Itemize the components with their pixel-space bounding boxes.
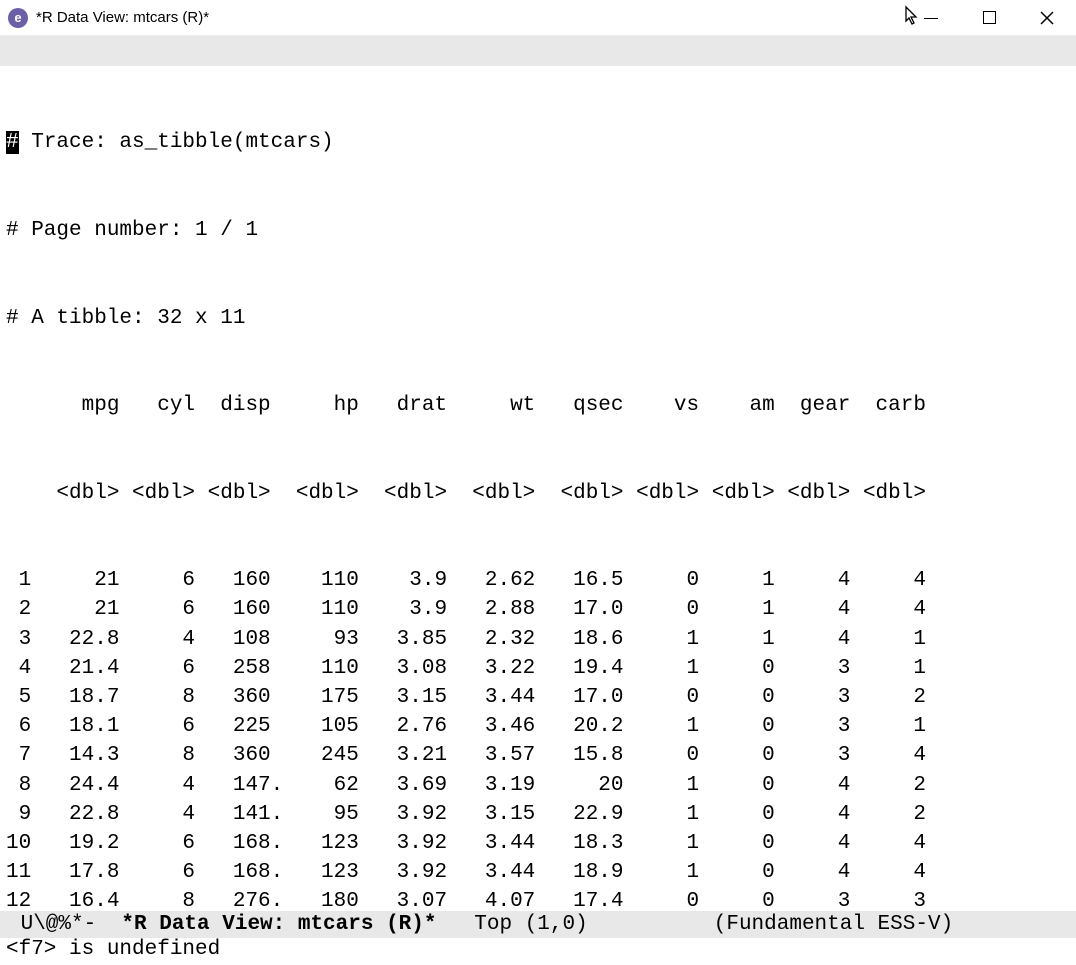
table-row: 1 21 6 160 110 3.9 2.62 16.5 0 1 4 4 <box>6 566 1070 595</box>
maximize-button[interactable] <box>980 9 998 27</box>
modeline-buffer-name: *R Data View: mtcars (R)* <box>121 913 436 936</box>
emacs-icon: e <box>8 8 28 28</box>
table-row: 11 17.8 6 168. 123 3.92 3.44 18.9 1 0 4 … <box>6 858 1070 887</box>
table-row: 7 14.3 8 360 245 3.21 3.57 15.8 0 0 3 4 <box>6 741 1070 770</box>
table-row: 5 18.7 8 360 175 3.15 3.44 17.0 0 0 3 2 <box>6 683 1070 712</box>
table-row: 3 22.8 4 108 93 3.85 2.32 18.6 1 1 4 1 <box>6 625 1070 654</box>
table-row: 10 19.2 6 168. 123 3.92 3.44 18.3 1 0 4 … <box>6 829 1070 858</box>
tibble-dim-line: # A tibble: 32 x 11 <box>6 304 1070 333</box>
modeline-position: Top (1,0) <box>436 913 713 936</box>
table-row: 2 21 6 160 110 3.9 2.88 17.0 0 1 4 4 <box>6 595 1070 624</box>
menu-bar[interactable] <box>0 36 1076 66</box>
trace-line: # Trace: as_tibble(mtcars) <box>6 128 1070 157</box>
window-titlebar: e *R Data View: mtcars (R)* <box>0 0 1076 36</box>
table-row: 9 22.8 4 141. 95 3.92 3.15 22.9 1 0 4 2 <box>6 800 1070 829</box>
cursor-icon <box>904 5 922 30</box>
modeline-mode: (Fundamental ESS-V) <box>714 913 953 936</box>
point-cursor: # <box>6 131 19 154</box>
column-header-row: mpg cyl disp hp drat wt qsec vs am gear … <box>6 391 1070 420</box>
column-types-row: <dbl> <dbl> <dbl> <dbl> <dbl> <dbl> <dbl… <box>6 479 1070 508</box>
modeline-status: U\@%*- <box>8 913 121 936</box>
table-row: 8 24.4 4 147. 62 3.69 3.19 20 1 0 4 2 <box>6 771 1070 800</box>
mode-line[interactable]: U\@%*- *R Data View: mtcars (R)* Top (1,… <box>0 911 1076 938</box>
window-title: *R Data View: mtcars (R)* <box>36 9 604 26</box>
table-row: 12 16.4 8 276. 180 3.07 4.07 17.4 0 0 3 … <box>6 887 1070 911</box>
echo-area: <f7> is undefined <box>0 938 1076 965</box>
close-button[interactable] <box>1038 9 1056 27</box>
page-number-line: # Page number: 1 / 1 <box>6 216 1070 245</box>
minimize-button[interactable] <box>922 9 940 27</box>
table-row: 6 18.1 6 225 105 2.76 3.46 20.2 1 0 3 1 <box>6 712 1070 741</box>
table-row: 4 21.4 6 258 110 3.08 3.22 19.4 1 0 3 1 <box>6 654 1070 683</box>
buffer-area[interactable]: # Trace: as_tibble(mtcars) # Page number… <box>0 66 1076 911</box>
